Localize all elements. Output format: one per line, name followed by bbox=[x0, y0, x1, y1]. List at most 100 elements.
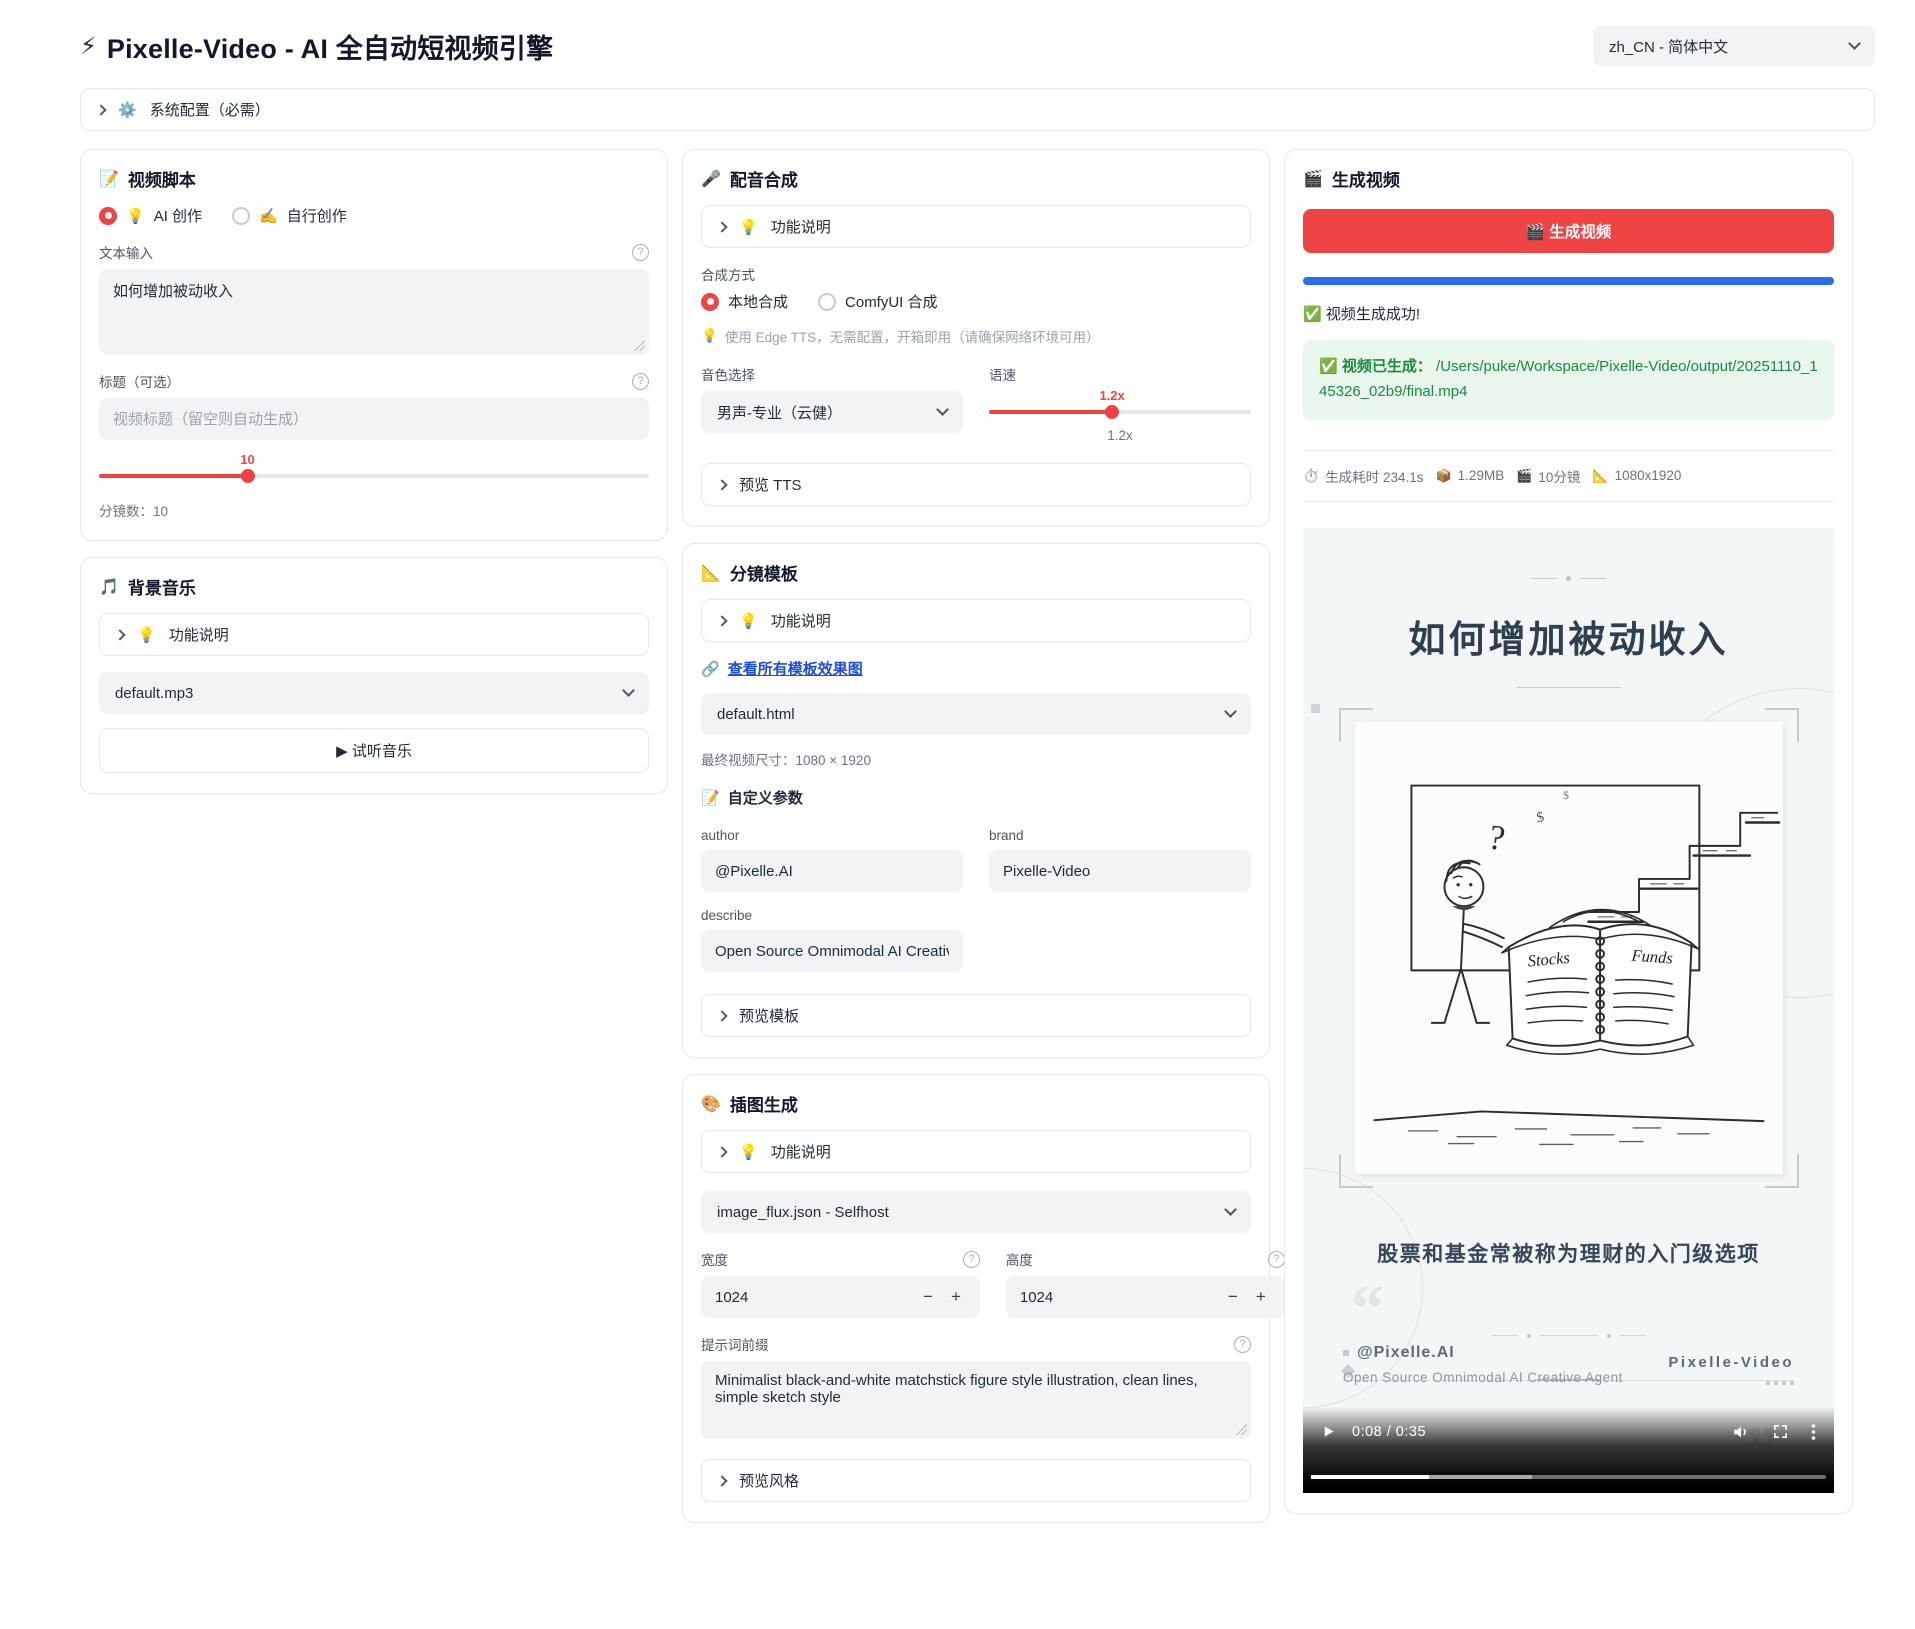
describe-label: describe bbox=[701, 908, 752, 923]
help-icon[interactable]: ? bbox=[1234, 1336, 1251, 1353]
slider-track[interactable] bbox=[989, 410, 1251, 414]
stopwatch-icon: ⏱️ bbox=[1303, 468, 1319, 484]
video-script-title-text: 视频脚本 bbox=[128, 166, 196, 191]
video-footer: @Pixelle.AI Open Source Omnimodal AI Cre… bbox=[1343, 1344, 1794, 1385]
prompt-prefix-label: 提示词前缀 bbox=[701, 1334, 769, 1354]
video-title-input[interactable] bbox=[99, 398, 649, 440]
slider-track[interactable] bbox=[99, 474, 649, 478]
progress-bar bbox=[1303, 277, 1834, 285]
template-help-accordion[interactable]: 💡 功能说明 bbox=[701, 599, 1251, 642]
workflow-dropdown[interactable]: image_flux.json - Selfhost bbox=[701, 1191, 1251, 1233]
video-preview[interactable]: 如何增加被动收入 bbox=[1303, 528, 1834, 1493]
rate-col: 语速 1.2x 1.2x bbox=[989, 348, 1251, 443]
generate-video-button[interactable]: 🎬 生成视频 bbox=[1303, 209, 1834, 253]
author-input[interactable] bbox=[701, 850, 963, 892]
help-icon[interactable]: ? bbox=[632, 373, 649, 390]
rate-label: 语速 bbox=[989, 364, 1016, 384]
footer-author: @Pixelle.AI bbox=[1357, 1344, 1455, 1362]
video-caption: 股票和基金常被称为理财的入门级选项 bbox=[1303, 1238, 1834, 1268]
music-help-label: 功能说明 bbox=[169, 624, 229, 645]
generate-title-text: 生成视频 bbox=[1332, 166, 1400, 191]
brand-input[interactable] bbox=[989, 850, 1251, 892]
help-icon[interactable]: ? bbox=[963, 1251, 980, 1268]
slider-value-label: 10 bbox=[240, 452, 254, 467]
height-value[interactable] bbox=[1020, 1289, 1219, 1306]
tts-panel: 🎤 配音合成 💡 功能说明 合成方式 本地合成 bbox=[682, 149, 1270, 527]
illustration-title: 🎨 插图生成 bbox=[701, 1091, 1251, 1116]
tts-help-label: 功能说明 bbox=[771, 216, 831, 237]
tts-title-text: 配音合成 bbox=[730, 166, 798, 191]
tts-preview-accordion[interactable]: 预览 TTS bbox=[701, 463, 1251, 506]
video-progress-bar[interactable] bbox=[1311, 1475, 1826, 1479]
radio-selected-icon bbox=[99, 207, 117, 225]
system-config-label: 系统配置（必需） bbox=[150, 99, 270, 120]
svg-text:$: $ bbox=[1534, 809, 1545, 826]
language-dropdown[interactable]: zh_CN - 简体中文 bbox=[1593, 26, 1875, 66]
play-music-button[interactable]: ▶ 试听音乐 bbox=[99, 728, 649, 773]
music-help-accordion[interactable]: 💡 功能说明 bbox=[99, 613, 649, 656]
tts-help-accordion[interactable]: 💡 功能说明 bbox=[701, 205, 1251, 248]
illustration-help-accordion[interactable]: 💡 功能说明 bbox=[701, 1130, 1251, 1173]
open-quote-decoration: “ bbox=[1351, 1276, 1384, 1342]
describe-input[interactable] bbox=[701, 930, 963, 972]
increment-button[interactable]: + bbox=[1247, 1285, 1275, 1309]
music-file-dropdown[interactable]: default.mp3 bbox=[99, 672, 649, 714]
radio-unselected-icon bbox=[232, 207, 250, 225]
template-file-dropdown[interactable]: default.html bbox=[701, 693, 1251, 735]
help-icon[interactable]: ? bbox=[1268, 1251, 1285, 1268]
radio-comfyui-label: ComfyUI 合成 bbox=[845, 291, 938, 312]
radio-comfyui-synthesis[interactable]: ComfyUI 合成 bbox=[818, 291, 938, 312]
progress-buffered bbox=[1429, 1475, 1532, 1479]
voice-dropdown[interactable]: 男声-专业（云健） bbox=[701, 391, 963, 433]
top-decoration bbox=[1303, 528, 1834, 581]
bulb-icon: 💡 bbox=[701, 328, 718, 344]
template-preview-accordion[interactable]: 预览模板 bbox=[701, 994, 1251, 1037]
radio-local-synthesis[interactable]: 本地合成 bbox=[701, 291, 788, 312]
kebab-menu-icon[interactable] bbox=[1811, 1423, 1816, 1441]
chevron-right-icon bbox=[716, 1010, 727, 1021]
music-note-icon: 🎵 bbox=[99, 577, 119, 597]
voice-col: 音色选择 男声-专业（云健） bbox=[701, 348, 963, 443]
decrement-button[interactable]: − bbox=[914, 1285, 942, 1309]
template-gallery-link[interactable]: 查看所有模板效果图 bbox=[728, 658, 863, 679]
radio-ai-label: AI 创作 bbox=[154, 205, 202, 226]
brand-label: brand bbox=[989, 828, 1024, 843]
script-text-input[interactable]: 如何增加被动收入 bbox=[99, 269, 649, 355]
illustration-help-label: 功能说明 bbox=[771, 1141, 831, 1162]
resize-handle[interactable] bbox=[1236, 1424, 1247, 1435]
title-underline bbox=[1517, 687, 1621, 688]
chevron-right-icon bbox=[716, 221, 727, 232]
template-gallery-link-row: 🔗 查看所有模板效果图 bbox=[701, 658, 1251, 679]
rate-value-below: 1.2x bbox=[989, 428, 1251, 443]
video-player-controls: 0:08 / 0:35 bbox=[1303, 1407, 1834, 1493]
increment-button[interactable]: + bbox=[942, 1285, 970, 1309]
radio-ai-create[interactable]: 💡 AI 创作 bbox=[99, 205, 202, 226]
width-value[interactable] bbox=[715, 1289, 914, 1306]
radio-manual-create[interactable]: ✍️ 自行创作 bbox=[232, 205, 347, 226]
tts-preview-label: 预览 TTS bbox=[739, 474, 802, 495]
chevron-down-icon bbox=[1224, 705, 1237, 718]
stat-resolution: 1080x1920 bbox=[1615, 468, 1682, 483]
result-path-box: ✅ 视频已生成： /Users/puke/Workspace/Pixelle-V… bbox=[1303, 340, 1834, 420]
prompt-prefix-input[interactable]: Minimalist black-and-white matchstick fi… bbox=[701, 1361, 1251, 1439]
volume-icon[interactable] bbox=[1732, 1423, 1750, 1441]
background-music-title: 🎵 背景音乐 bbox=[99, 574, 649, 599]
resize-handle[interactable] bbox=[634, 340, 645, 351]
help-icon[interactable]: ? bbox=[632, 244, 649, 261]
slider-thumb[interactable] bbox=[241, 469, 255, 483]
decrement-button[interactable]: − bbox=[1219, 1285, 1247, 1309]
play-button[interactable] bbox=[1321, 1424, 1336, 1439]
memo-icon: 📝 bbox=[701, 789, 720, 807]
fullscreen-icon[interactable] bbox=[1772, 1423, 1789, 1440]
system-config-accordion[interactable]: ⚙️ 系统配置（必需） bbox=[80, 88, 1875, 131]
slider-thumb[interactable] bbox=[1105, 405, 1119, 419]
style-preview-accordion[interactable]: 预览风格 bbox=[701, 1459, 1251, 1502]
divider bbox=[1303, 450, 1834, 451]
height-col: 高度 ? − + bbox=[1006, 1233, 1285, 1318]
width-label: 宽度 bbox=[701, 1249, 728, 1269]
brand-label-row: brand bbox=[989, 828, 1251, 843]
slider-fill bbox=[989, 410, 1112, 414]
brand-col: brand bbox=[989, 812, 1251, 892]
title-label: 标题（可选） bbox=[99, 371, 180, 391]
prompt-textarea-wrap: Minimalist black-and-white matchstick fi… bbox=[701, 1361, 1251, 1439]
